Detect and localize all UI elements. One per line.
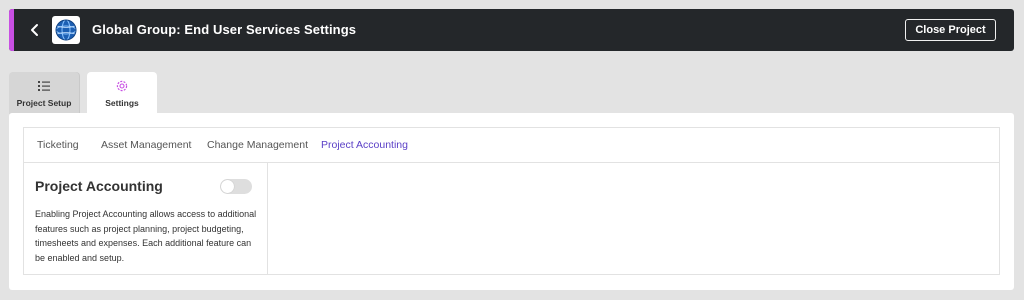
globe-logo-icon (55, 19, 77, 41)
tab-settings[interactable]: Settings (87, 72, 157, 116)
settings-subtabs: Ticketing Asset Management Change Manage… (24, 128, 999, 163)
project-accounting-section: Project Accounting Enabling Project Acco… (24, 163, 268, 274)
tab-label: Settings (105, 98, 139, 108)
gear-icon (115, 79, 129, 93)
settings-panel: Ticketing Asset Management Change Manage… (23, 127, 1000, 275)
chevron-left-icon[interactable] (27, 22, 43, 38)
subtab-change-management[interactable]: Change Management (207, 139, 308, 152)
subtab-project-accounting[interactable]: Project Accounting (321, 139, 408, 152)
tab-project-setup[interactable]: Project Setup (9, 72, 79, 114)
project-header: Global Group: End User Services Settings… (9, 9, 1014, 51)
section-description: Enabling Project Accounting allows acces… (35, 209, 257, 263)
page-title: Global Group: End User Services Settings (92, 22, 357, 37)
toggle-knob (221, 180, 234, 193)
project-accounting-toggle[interactable] (220, 179, 252, 194)
checklist-icon (37, 79, 51, 93)
tab-label: Project Setup (16, 98, 72, 108)
subtab-asset-management[interactable]: Asset Management (101, 139, 191, 152)
close-project-button[interactable]: Close Project (905, 19, 996, 41)
header-accent-bar (9, 9, 14, 51)
section-title: Project Accounting (35, 178, 163, 194)
project-logo (52, 16, 80, 44)
subtab-ticketing[interactable]: Ticketing (37, 139, 79, 152)
settings-card: Ticketing Asset Management Change Manage… (9, 113, 1014, 290)
